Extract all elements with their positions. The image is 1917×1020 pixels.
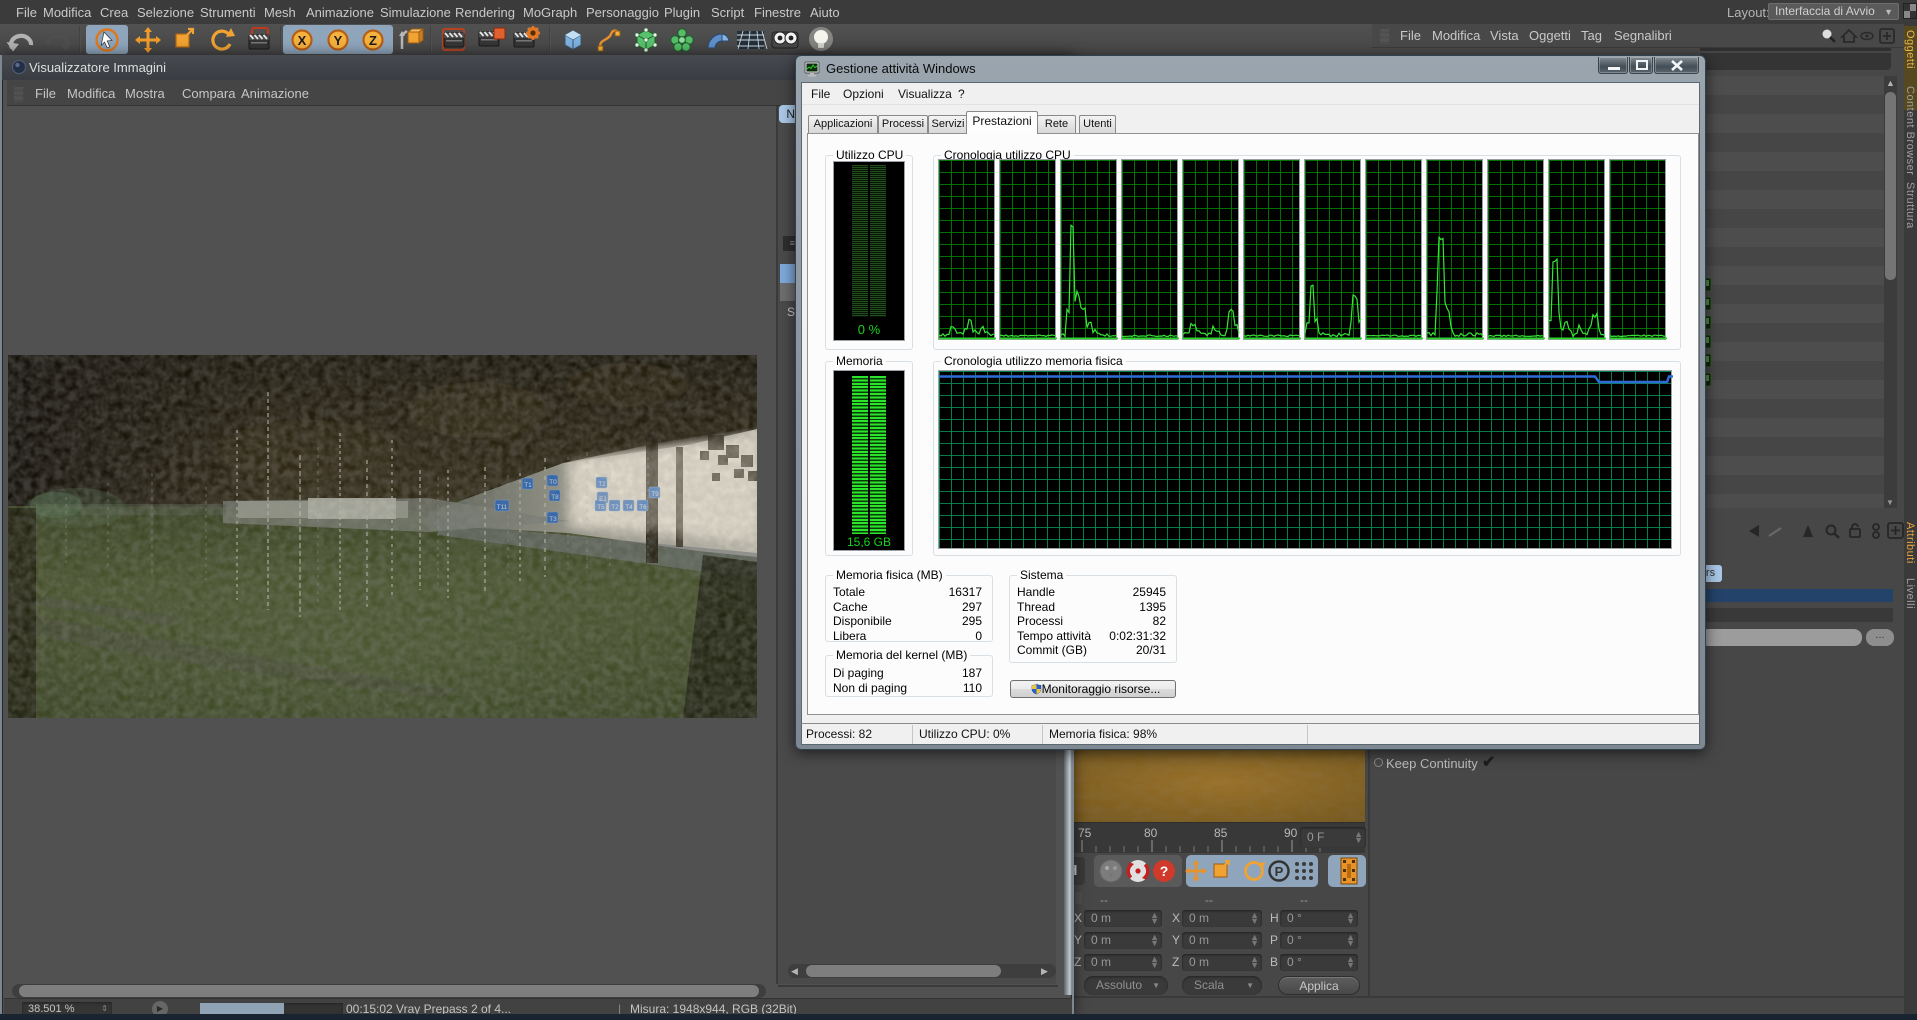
svg-text:Z: Z	[369, 33, 377, 48]
svg-text:?: ?	[1160, 863, 1169, 879]
svg-text:P: P	[1275, 864, 1284, 879]
svg-text:Y: Y	[334, 33, 343, 48]
svg-text:X: X	[298, 33, 307, 48]
